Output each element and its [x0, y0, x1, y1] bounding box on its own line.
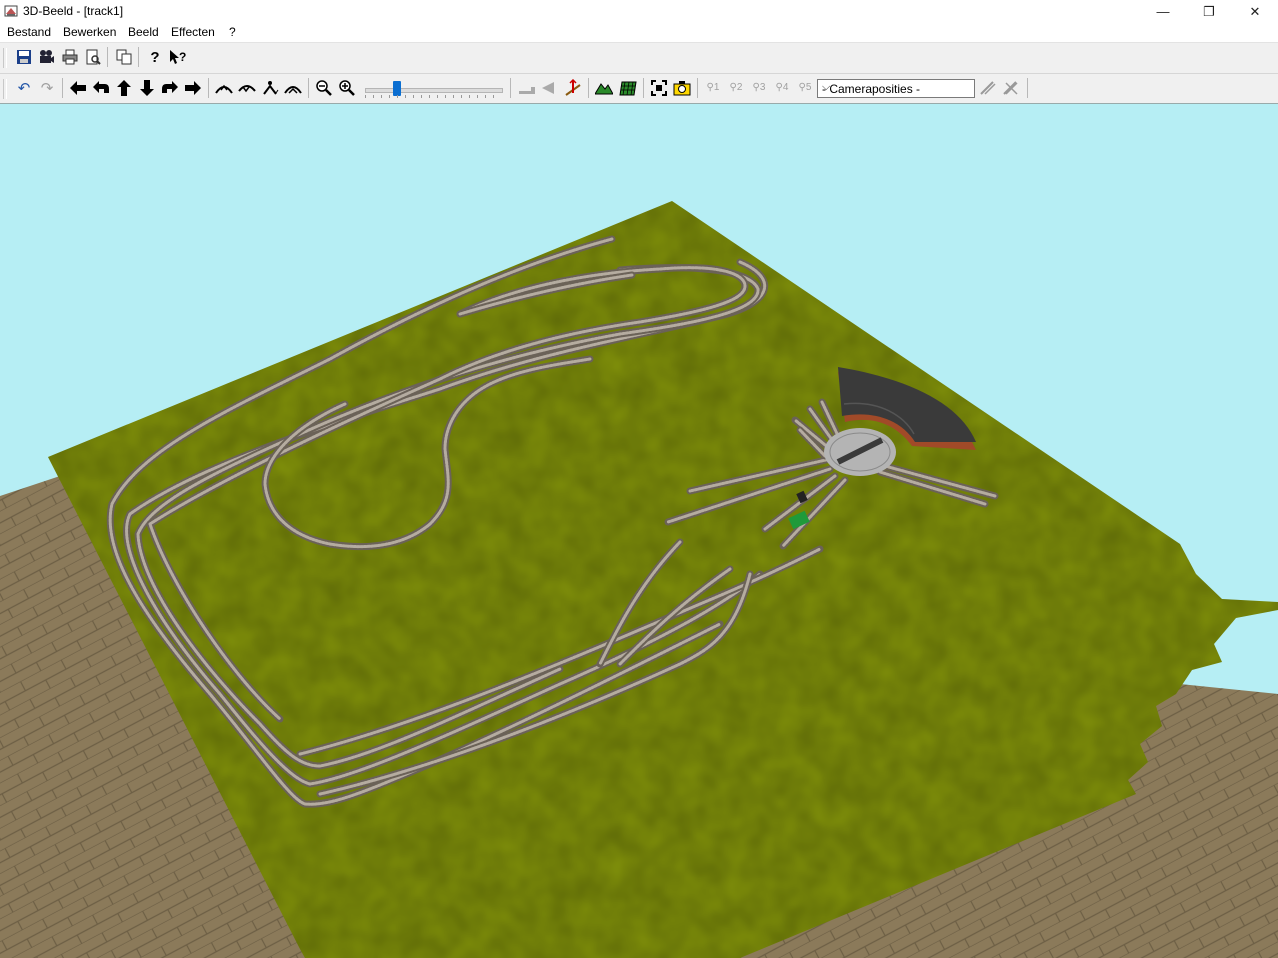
snapshot-icon[interactable]: [672, 78, 692, 98]
print-preview-icon[interactable]: [83, 47, 103, 67]
toolbar-grip[interactable]: [3, 79, 7, 99]
move-down-icon[interactable]: [137, 78, 157, 98]
toolbar-separator: [62, 78, 63, 98]
camera-preset-3-icon[interactable]: ⚲ 3: [749, 78, 769, 98]
ground-level-icon[interactable]: [517, 78, 537, 98]
zoom-out-icon[interactable]: [314, 78, 334, 98]
save-icon[interactable]: [14, 47, 34, 67]
3d-viewport[interactable]: [0, 104, 1278, 958]
camera-delete-icon[interactable]: [1001, 78, 1021, 98]
rotate-left-icon[interactable]: [91, 78, 111, 98]
menu-bestand[interactable]: Bestand: [7, 25, 51, 39]
camera-preset-5-icon[interactable]: ⚲ 5: [795, 78, 815, 98]
title-bar: 3D-Beeld - [track1] — ❐ ✕: [0, 0, 1278, 23]
view-toolbar: ↶ ↷ ⚲ 1 ⚲ 2 ⚲ 3 ⚲ 4 ⚲ 5 - Cameraposities - ⌵: [0, 74, 1278, 104]
camera-preset-4-icon[interactable]: ⚲ 4: [772, 78, 792, 98]
menu-beeld[interactable]: Beeld: [128, 25, 159, 39]
toolbar-separator: [510, 78, 511, 98]
toolbar-separator: [588, 78, 589, 98]
context-help-icon[interactable]: ?: [168, 47, 188, 67]
app-icon: [4, 5, 18, 17]
print-icon[interactable]: [60, 47, 80, 67]
minimize-button[interactable]: —: [1140, 0, 1186, 23]
main-toolbar: ? ?: [0, 43, 1278, 74]
copy-icon[interactable]: [114, 47, 134, 67]
restore-button[interactable]: ❐: [1186, 0, 1232, 23]
tilt-up-icon[interactable]: [214, 78, 234, 98]
back-view-icon[interactable]: [540, 78, 560, 98]
camera-preset-2-icon[interactable]: ⚲ 2: [726, 78, 746, 98]
undo-icon[interactable]: ↶: [14, 78, 34, 98]
move-up-icon[interactable]: [114, 78, 134, 98]
toolbar-separator: [208, 78, 209, 98]
toolbar-separator: [308, 78, 309, 98]
menu-effecten[interactable]: Effecten: [171, 25, 215, 39]
window-title: 3D-Beeld - [track1]: [23, 4, 124, 18]
camera-preset-1-icon[interactable]: ⚲ 1: [703, 78, 723, 98]
redo-icon[interactable]: ↷: [37, 78, 57, 98]
fit-view-icon[interactable]: [649, 78, 669, 98]
toolbar-separator: [643, 78, 644, 98]
walk-up-icon[interactable]: [283, 78, 303, 98]
svg-text:?: ?: [179, 50, 186, 64]
zoom-slider-ticks: [365, 95, 501, 98]
help-icon[interactable]: ?: [145, 47, 165, 67]
toolbar-separator: [107, 47, 108, 67]
toolbar-separator: [697, 78, 698, 98]
rotate-right-icon[interactable]: [160, 78, 180, 98]
camera-positions-select[interactable]: - Cameraposities - ⌵: [817, 79, 975, 98]
tilt-down-icon[interactable]: [237, 78, 257, 98]
chevron-down-icon: ⌵: [822, 81, 831, 93]
toolbar-separator: [1027, 78, 1028, 98]
camera-icon[interactable]: [37, 47, 57, 67]
toolbar-grip[interactable]: [3, 48, 7, 68]
toolbar-separator: [138, 47, 139, 67]
zoom-slider-thumb[interactable]: [393, 81, 401, 96]
menu-bewerken[interactable]: Bewerken: [63, 25, 116, 39]
walk-down-icon[interactable]: [260, 78, 280, 98]
height-tool-icon[interactable]: [563, 78, 583, 98]
menu-help[interactable]: ?: [229, 25, 236, 39]
move-left-icon[interactable]: [68, 78, 88, 98]
terrain-icon[interactable]: [594, 78, 614, 98]
zoom-slider-track: [365, 88, 503, 93]
zoom-slider[interactable]: [365, 80, 503, 98]
grid-icon[interactable]: [618, 78, 638, 98]
menu-bar: Bestand Bewerken Beeld Effecten ?: [0, 23, 1278, 43]
camera-edit-icon[interactable]: [978, 78, 998, 98]
zoom-in-icon[interactable]: [337, 78, 357, 98]
3d-scene[interactable]: [0, 104, 1278, 958]
close-button[interactable]: ✕: [1232, 0, 1278, 23]
move-right-icon[interactable]: [183, 78, 203, 98]
